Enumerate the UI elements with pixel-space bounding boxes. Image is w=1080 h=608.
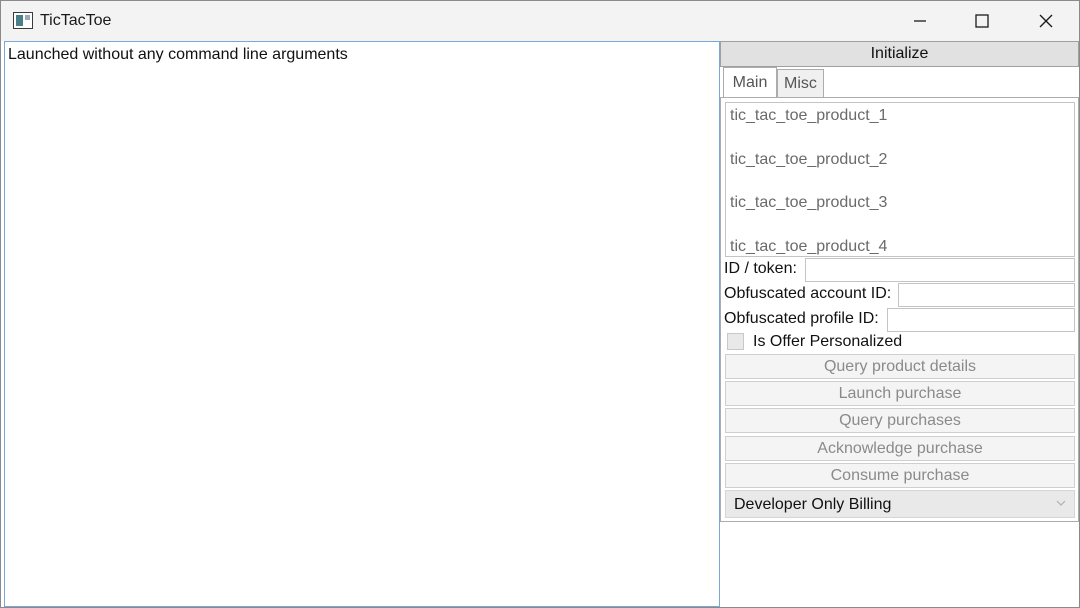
billing-mode-dropdown[interactable]: Developer Only Billing [725,490,1075,518]
id-token-input[interactable] [805,258,1075,282]
chevron-down-icon [1056,500,1066,506]
obfuscated-account-id-label: Obfuscated account ID: [724,285,892,302]
tab-main[interactable]: Main [723,67,777,98]
obfuscated-profile-id-label: Obfuscated profile ID: [724,310,879,327]
minimize-icon [914,20,926,22]
product-list-item[interactable]: tic_tac_toe_product_3 [730,194,887,212]
maximize-button[interactable] [951,1,1013,41]
id-token-label: ID / token: [724,260,797,277]
obfuscated-profile-id-row: Obfuscated profile ID: [724,308,1075,332]
log-text: Launched without any command line argume… [8,46,348,63]
obfuscated-account-id-input[interactable] [898,283,1075,307]
obfuscated-account-id-row: Obfuscated account ID: [724,283,1075,307]
product-list-item[interactable]: tic_tac_toe_product_2 [730,151,887,169]
consume-purchase-button[interactable]: Consume purchase [725,463,1075,488]
billing-mode-value: Developer Only Billing [734,496,892,513]
obfuscated-profile-id-input[interactable] [887,308,1075,332]
launch-purchase-button[interactable]: Launch purchase [725,381,1075,406]
product-list-item[interactable]: tic_tac_toe_product_4 [730,238,887,256]
product-list-item[interactable]: tic_tac_toe_product_1 [730,107,887,125]
query-product-details-button[interactable]: Query product details [725,354,1075,379]
product-list[interactable]: tic_tac_toe_product_1 tic_tac_toe_produc… [725,102,1075,257]
offer-personalized-label: Is Offer Personalized [753,333,903,350]
title-bar[interactable]: TicTacToe [1,1,1079,41]
close-button[interactable] [1015,1,1077,41]
side-panel: Initialize Main Misc tic_tac_toe_product… [720,41,1079,607]
minimize-button[interactable] [889,1,951,41]
tab-strip: Main Misc [720,67,1079,98]
tab-misc[interactable]: Misc [777,69,824,98]
maximize-icon [975,14,989,28]
close-icon [1039,14,1053,28]
main-tab-panel: tic_tac_toe_product_1 tic_tac_toe_produc… [720,98,1079,522]
query-purchases-button[interactable]: Query purchases [725,408,1075,433]
window-title: TicTacToe [40,12,112,29]
offer-personalized-row[interactable]: Is Offer Personalized [727,332,1067,352]
log-output-pane[interactable]: Launched without any command line argume… [4,41,720,607]
app-window: TicTacToe Launched without any command l… [0,0,1080,608]
acknowledge-purchase-button[interactable]: Acknowledge purchase [725,436,1075,461]
initialize-button[interactable]: Initialize [720,41,1079,67]
app-window-icon [13,12,33,29]
id-token-row: ID / token: [724,258,1075,282]
offer-personalized-checkbox[interactable] [727,333,744,350]
